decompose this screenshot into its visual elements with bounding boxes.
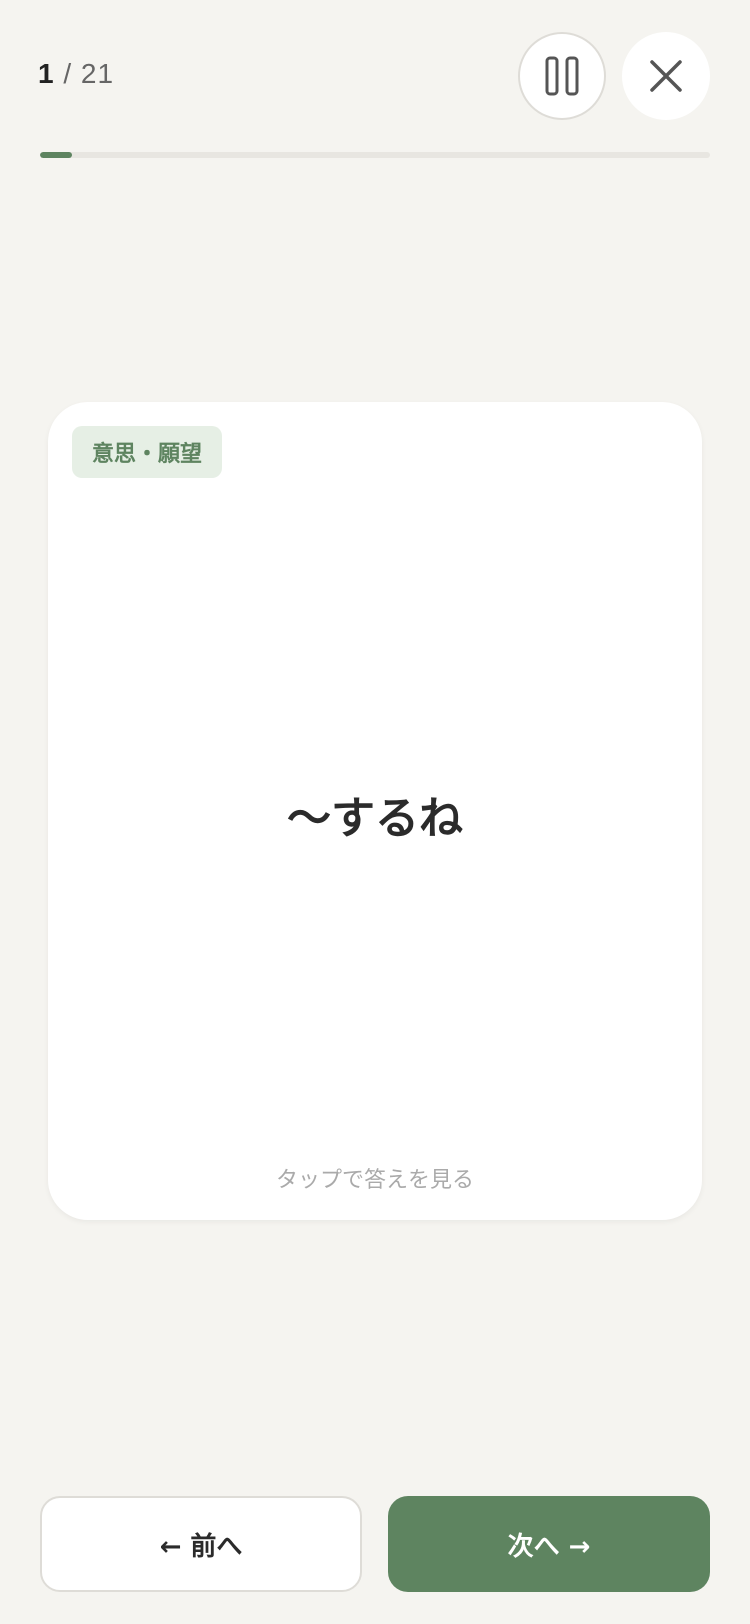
counter-separator: / bbox=[63, 58, 73, 89]
previous-button[interactable]: ← 前へ bbox=[40, 1496, 362, 1592]
close-button[interactable] bbox=[622, 32, 710, 120]
pause-icon bbox=[545, 56, 579, 96]
tap-hint: タップで答えを見る bbox=[275, 1168, 474, 1193]
category-badge: 意思・願望 bbox=[72, 426, 223, 478]
progress-counter: 1 / 21 bbox=[38, 58, 114, 90]
pause-button[interactable] bbox=[518, 32, 606, 120]
total-count: 21 bbox=[80, 58, 115, 89]
progress-bar bbox=[40, 152, 710, 158]
next-button[interactable]: 次へ → bbox=[388, 1496, 710, 1592]
progress-bar-fill bbox=[40, 152, 72, 158]
current-index: 1 bbox=[38, 58, 55, 89]
flashcard-term: 〜するね bbox=[287, 793, 463, 844]
close-icon bbox=[650, 60, 682, 92]
quiz-header: 1 / 21 bbox=[0, 0, 750, 170]
flashcard[interactable]: 意思・願望 〜するね タップで答えを見る bbox=[48, 402, 702, 1220]
